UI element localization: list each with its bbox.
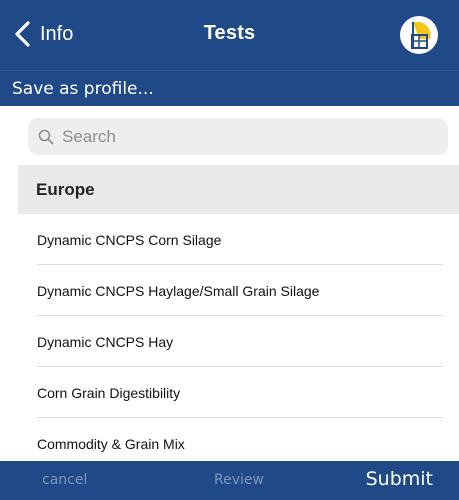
review-button[interactable]: Review [214, 472, 264, 488]
app-logo-icon[interactable] [399, 15, 439, 55]
search-icon [38, 129, 54, 144]
save-as-profile-label: Save as profile... [12, 78, 154, 99]
submit-button[interactable]: Submit [366, 468, 433, 490]
search-input[interactable] [60, 125, 444, 148]
search-bar [0, 106, 459, 165]
section-header-europe: Europe [18, 165, 459, 214]
navigation-bar: Info Tests [0, 0, 459, 70]
tests-list: Dynamic CNCPS Corn Silage Dynamic CNCPS … [0, 214, 459, 469]
bottom-toolbar: cancel Review Submit [0, 461, 459, 500]
list-item[interactable]: Dynamic CNCPS Hay [0, 316, 459, 367]
list-item-label: Corn Grain Digestibility [37, 384, 181, 401]
list-item-label: Dynamic CNCPS Hay [37, 333, 174, 350]
list-item[interactable]: Dynamic CNCPS Corn Silage [0, 214, 459, 265]
list-item[interactable]: Dynamic CNCPS Haylage/Small Grain Silage [0, 265, 459, 316]
list-item[interactable]: Corn Grain Digestibility [0, 367, 459, 418]
list-item-label: Dynamic CNCPS Corn Silage [37, 231, 222, 248]
search-field[interactable] [28, 118, 448, 155]
save-as-profile-button[interactable]: Save as profile... [0, 70, 459, 106]
list-item-label: Dynamic CNCPS Haylage/Small Grain Silage [37, 282, 320, 299]
cancel-button[interactable]: cancel [42, 472, 87, 488]
list-item-label: Commodity & Grain Mix [37, 435, 185, 452]
page-title: Tests [203, 22, 256, 44]
